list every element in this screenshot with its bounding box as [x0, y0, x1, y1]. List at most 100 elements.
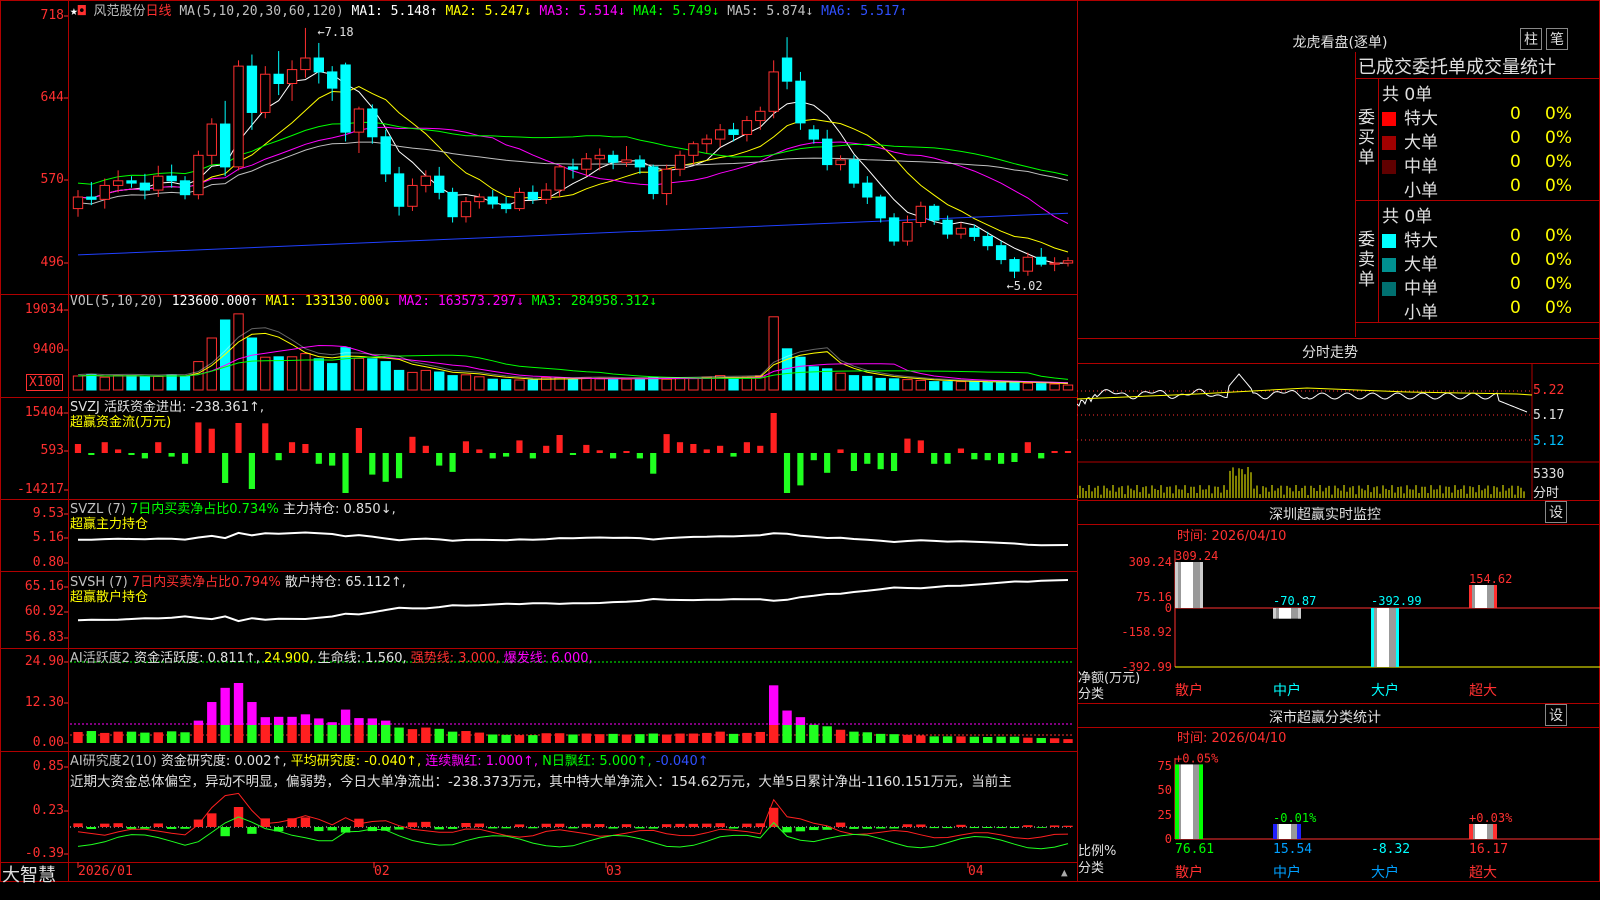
vol-bar: [420, 369, 432, 391]
flow-bar: [462, 441, 470, 453]
vol-bar: [353, 357, 365, 391]
monitor-bar: [1273, 608, 1301, 619]
order-pct: 0%: [1545, 250, 1572, 270]
research-bar: [407, 822, 418, 827]
research-bar: [581, 823, 592, 827]
bar-edge: [1494, 585, 1497, 608]
candle: [434, 175, 445, 193]
flow-bar: [302, 444, 309, 453]
research-bar: [862, 827, 873, 829]
order-row: 小单: [1382, 298, 1438, 323]
flow-bar: [181, 453, 189, 464]
bar-highlight: [1377, 608, 1389, 667]
ai2-legend: AI研究度2(10) 资金研究度: 0.002↑, 平均研究度: -0.040↑…: [70, 750, 709, 769]
activity-bar: [260, 725, 270, 743]
research-bar: [113, 823, 123, 827]
vol-bar: [1062, 384, 1074, 391]
activity-bar: [126, 731, 137, 743]
research-bar: [795, 827, 806, 832]
legend-swatch: [1382, 306, 1396, 320]
legend-item: MA2: 163573.297↓: [390, 294, 524, 309]
vol-bar: [594, 378, 605, 391]
activity-bar: [621, 734, 632, 743]
legend-swatch: [1382, 160, 1396, 174]
research-bar: [956, 824, 966, 827]
candle: [929, 205, 940, 221]
bar-mode-button[interactable]: 柱: [1520, 28, 1542, 50]
flow-bar: [743, 442, 750, 453]
candle: [808, 129, 819, 140]
axis-label: -158.92: [1121, 625, 1172, 639]
activity-bar: [969, 736, 980, 743]
axis-label: 0: [1165, 832, 1172, 846]
legend-item: 123600.000↑: [163, 294, 258, 309]
vol-bar: [273, 356, 284, 391]
research-bar: [715, 823, 725, 827]
sz-classify-header-line: [1077, 703, 1600, 704]
activity-bar: [367, 718, 378, 725]
research-bar: [688, 823, 699, 827]
activity-bar: [327, 722, 337, 725]
bar-edge: [1273, 824, 1277, 839]
activity-bar: [702, 732, 712, 743]
research-bar: [220, 827, 230, 837]
sz-classify-xlabel: 分类: [1078, 861, 1105, 876]
research-bar: [595, 824, 605, 827]
order-pct: 0%: [1545, 104, 1572, 124]
vol-bar: [327, 363, 338, 391]
activity-bar: [193, 720, 204, 725]
legend-swatch: [1382, 258, 1396, 272]
legend-swatch: [1382, 136, 1396, 150]
activity-bar: [661, 734, 672, 743]
vol-legend: VOL(5,10,20) 123600.000↑ MA1: 133130.000…: [70, 294, 657, 309]
legend-item: N日飘红: 5.000↑,: [538, 754, 652, 769]
order-pct: 0%: [1545, 128, 1572, 148]
lock-icon[interactable]: ▲: [1061, 866, 1068, 879]
vol-unit-badge[interactable]: X100: [26, 374, 64, 391]
vol-bar: [969, 381, 980, 391]
candle: [781, 57, 793, 82]
activity-bar: [287, 716, 297, 725]
bar-value: 16.17: [1469, 842, 1508, 857]
sz-monitor-settings-button[interactable]: 设: [1545, 501, 1567, 523]
legend-item: 资金研究度: 0.002↑,: [156, 754, 287, 769]
vol-bar: [474, 376, 485, 391]
candle: [902, 222, 913, 242]
legend-item: 连续飘红: 1.000↑,: [421, 754, 539, 769]
candle: [246, 65, 258, 113]
flow-bar: [730, 453, 737, 457]
vol-bar: [233, 313, 244, 391]
research-bar: [461, 823, 471, 827]
research-bar: [1009, 827, 1020, 829]
vol-bar: [527, 379, 539, 391]
order-type: 中单: [1404, 279, 1438, 299]
flow-bar: [1051, 451, 1058, 453]
order-row: 大单: [1382, 250, 1438, 275]
flow-bar: [141, 453, 148, 459]
sz-classify-settings-button[interactable]: 设: [1545, 704, 1567, 726]
flow-bar: [770, 413, 777, 453]
tick-mode-button[interactable]: 笔: [1546, 28, 1568, 50]
research-bar: [942, 827, 953, 829]
flow-bar: [663, 434, 670, 453]
activity-bar: [260, 717, 270, 725]
research-bar: [541, 823, 551, 827]
candle: [955, 227, 967, 235]
bar-edge: [1175, 562, 1178, 608]
activity-bar: [314, 725, 324, 743]
vol-bar: [567, 378, 579, 391]
research-bar: [514, 824, 525, 827]
activity-bar: [113, 731, 123, 743]
activity-bar: [340, 709, 351, 725]
flow-bar: [623, 451, 630, 453]
flow-bar: [262, 423, 269, 453]
flow-bar: [409, 436, 416, 453]
flow-bar: [1038, 453, 1045, 459]
vol-bar: [153, 375, 164, 391]
activity-bar: [1009, 736, 1020, 743]
flow-bar: [556, 435, 563, 453]
activity-bar: [474, 732, 485, 743]
flow-bar: [917, 440, 924, 453]
order-count: 0: [1510, 176, 1521, 196]
legend-item: 爆发线: 6.000,: [499, 651, 593, 666]
